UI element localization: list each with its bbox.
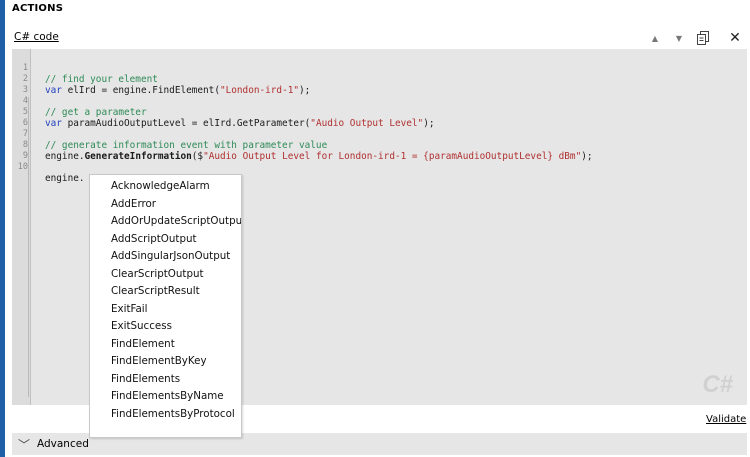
autocomplete-item[interactable]: AcknowledgeAlarm bbox=[90, 178, 241, 196]
copy-icon-graphic bbox=[696, 31, 709, 45]
line-number: 10 bbox=[17, 162, 28, 172]
comment: // generate information event with param… bbox=[45, 140, 328, 151]
code-line: 6 bbox=[12, 107, 46, 128]
autocomplete-dropdown[interactable]: AcknowledgeAlarm AddError AddOrUpdateScr… bbox=[89, 174, 242, 438]
code-text: elIrd = engine.FindElement( bbox=[61, 85, 220, 96]
autocomplete-item[interactable]: AddSingularJsonOutput bbox=[90, 248, 241, 266]
method-name: GenerateInformation bbox=[84, 151, 192, 162]
string-literal: "London-ird-1" bbox=[219, 85, 300, 96]
code-line: 4 // get a parameter bbox=[12, 85, 147, 118]
advanced-label: Advanced bbox=[37, 438, 89, 450]
section-title: ACTIONS bbox=[12, 3, 64, 14]
keyword: var bbox=[45, 85, 62, 96]
autocomplete-item[interactable]: FindElements bbox=[90, 371, 241, 389]
left-accent-bar bbox=[0, 0, 5, 457]
autocomplete-item[interactable]: AddError bbox=[90, 196, 241, 214]
comment: // get a parameter bbox=[45, 107, 147, 118]
line-content: var elIrd = engine.FindElement("London-i… bbox=[45, 85, 310, 96]
code-text: engine. bbox=[45, 151, 85, 162]
code-line: 5 var paramAudioOutputLevel = elIrd.GetP… bbox=[12, 96, 435, 129]
code-line: 9 bbox=[12, 140, 46, 161]
code-text: paramAudioOutputLevel = elIrd.GetParamet… bbox=[61, 118, 311, 129]
code-line: 3 bbox=[12, 74, 46, 95]
editor-toolbar: C# code ▲ ▼ ✕ bbox=[12, 27, 747, 49]
autocomplete-item[interactable]: AddScriptOutput bbox=[90, 231, 241, 249]
line-content: // find your element bbox=[45, 74, 158, 85]
autocomplete-item[interactable]: FindElementByKey bbox=[90, 353, 241, 371]
code-line: 7 // generate information event with par… bbox=[12, 118, 327, 151]
line-content: engine.GenerateInformation($"Audio Outpu… bbox=[45, 151, 593, 162]
code-text: ); bbox=[299, 85, 311, 96]
autocomplete-item[interactable]: ExitSuccess bbox=[90, 318, 241, 336]
line-content: engine. bbox=[45, 173, 85, 184]
code-line: 2 var elIrd = engine.FindElement("London… bbox=[12, 63, 310, 96]
autocomplete-item[interactable]: FindElement bbox=[90, 336, 241, 354]
autocomplete-item[interactable]: FindElementsByProtocol bbox=[90, 406, 241, 424]
code-text: ); bbox=[423, 118, 435, 129]
code-text: ($ bbox=[191, 151, 204, 162]
string-literal: "Audio Output Level" bbox=[310, 118, 424, 129]
csharp-code-tab[interactable]: C# code bbox=[14, 31, 59, 43]
autocomplete-item[interactable]: AddOrUpdateScriptOutput bbox=[90, 213, 241, 231]
code-text: ); bbox=[581, 151, 593, 162]
code-line: 10 engine. bbox=[12, 151, 85, 184]
line-content: // generate information event with param… bbox=[45, 140, 327, 151]
csharp-watermark: C# bbox=[702, 371, 733, 398]
autocomplete-item[interactable]: ExitFail bbox=[90, 301, 241, 319]
validate-link[interactable]: Validate bbox=[706, 414, 746, 425]
autocomplete-item[interactable]: ClearScriptResult bbox=[90, 283, 241, 301]
move-down-icon[interactable]: ▼ bbox=[670, 29, 688, 47]
line-content: // get a parameter bbox=[45, 107, 147, 118]
line-content: var paramAudioOutputLevel = elIrd.GetPar… bbox=[45, 118, 434, 129]
autocomplete-item[interactable]: FindElementsByName bbox=[90, 388, 241, 406]
copy-icon[interactable] bbox=[694, 29, 712, 47]
chevron-down-icon: ﹀ bbox=[18, 438, 31, 452]
keyword: var bbox=[45, 118, 62, 129]
code-text: engine. bbox=[45, 173, 85, 184]
move-up-icon[interactable]: ▲ bbox=[646, 29, 664, 47]
code-line: 1 // find your element bbox=[12, 52, 158, 85]
string-literal: "Audio Output Level for London-ird-1 = {… bbox=[203, 151, 582, 162]
close-icon[interactable]: ✕ bbox=[726, 29, 744, 47]
comment: // find your element bbox=[45, 74, 158, 85]
autocomplete-item[interactable]: ClearScriptOutput bbox=[90, 266, 241, 284]
code-line: 8 engine.GenerateInformation($"Audio Out… bbox=[12, 129, 593, 162]
